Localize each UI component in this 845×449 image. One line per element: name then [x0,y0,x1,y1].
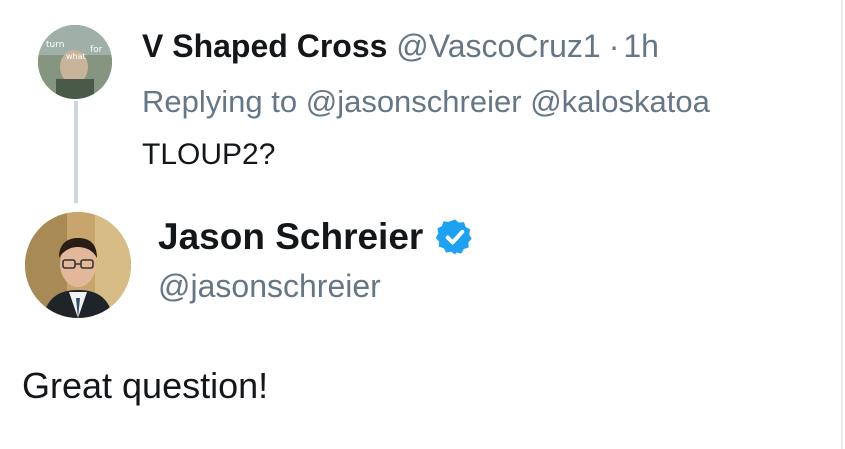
right-border [841,0,843,449]
mention-link-2[interactable]: @kaloskatoa [530,84,710,119]
main-avatar[interactable] [25,212,131,318]
parent-tweet-body: TLOUP2? [142,138,276,171]
main-tweet-body: Great question! [22,365,269,406]
main-display-name[interactable]: Jason Schreier [158,212,423,262]
parent-tweet-header: V Shaped Cross @VascoCruz1 · 1h [142,22,659,70]
mention-link-1[interactable]: @jasonschreier [306,84,522,119]
parent-avatar[interactable]: turn for what [38,25,112,99]
parent-handle[interactable]: @VascoCruz1 [396,28,600,64]
parent-timestamp[interactable]: 1h [623,28,659,64]
thread-connector-line [74,101,78,203]
verified-badge-icon [435,217,475,257]
avatar-text-3: what [66,52,86,61]
parent-display-name[interactable]: V Shaped Cross [142,28,387,64]
avatar-text-2: for [90,45,103,55]
replying-to-line: Replying to @jasonschreier @kaloskatoa [142,79,710,125]
replying-to-label: Replying to [142,84,298,119]
time-separator: · [608,28,620,64]
main-name-row: Jason Schreier [158,212,475,262]
main-handle[interactable]: @jasonschreier [158,263,381,309]
avatar-text-1: turn [46,40,64,50]
